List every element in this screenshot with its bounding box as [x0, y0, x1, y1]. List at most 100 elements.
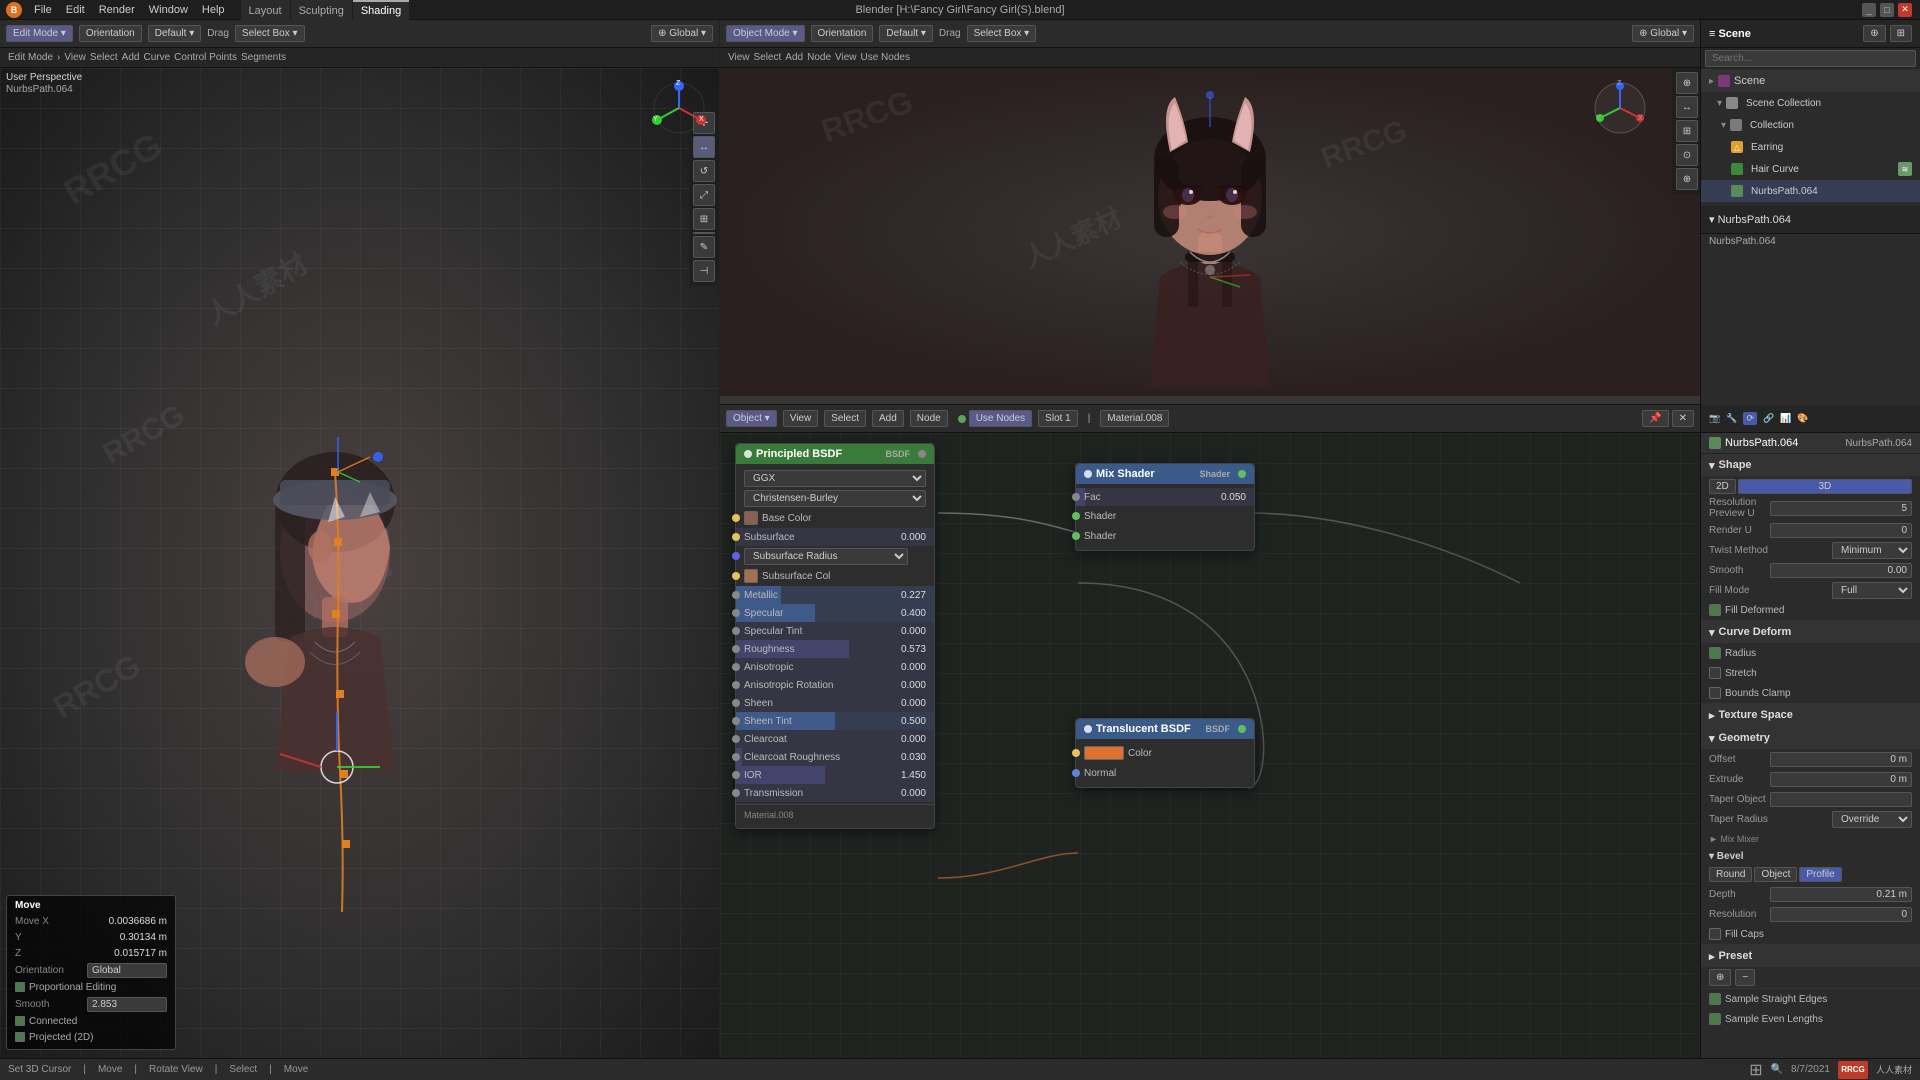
menu-window[interactable]: Window [143, 0, 194, 20]
edit-mode-btn[interactable]: Edit Mode ▾ [6, 25, 73, 42]
ne-x-btn[interactable]: ✕ [1672, 410, 1694, 427]
ne-add-btn[interactable]: Add [872, 410, 904, 427]
rt-tool-2[interactable]: ↔ [1676, 96, 1698, 118]
tab-shading[interactable]: Shading [353, 0, 409, 20]
taper-radius-select[interactable]: Override [1832, 811, 1912, 828]
earring-item[interactable]: △ Earring [1701, 136, 1920, 158]
clearcoat-row[interactable]: Clearcoat 0.000 [736, 730, 934, 748]
btn-profile-bevel[interactable]: Profile [1799, 867, 1841, 882]
subsurface-method-select[interactable]: Christensen-Burley [744, 490, 926, 507]
distribution-select[interactable]: GGX [744, 470, 926, 487]
curve-deform-header[interactable]: ▾ Curve Deform [1701, 621, 1920, 643]
global-btn[interactable]: ⊕ Global ▾ [651, 25, 713, 42]
menu-render[interactable]: Render [93, 0, 141, 20]
subsurface-col-swatch[interactable] [744, 569, 758, 583]
rt-tool-4[interactable]: ⊙ [1676, 144, 1698, 166]
rt-global[interactable]: ⊕ Global ▾ [1632, 25, 1694, 42]
maximize-button[interactable]: □ [1880, 3, 1894, 17]
add-label[interactable]: Add [122, 52, 140, 63]
extrude-input[interactable] [1770, 772, 1912, 787]
btn-round[interactable]: Round [1709, 867, 1752, 882]
sheen-row[interactable]: Sheen 0.000 [736, 694, 934, 712]
ior-row[interactable]: IOR 1.450 [736, 766, 934, 784]
rt-use-nodes[interactable]: Use Nodes [861, 52, 910, 63]
minimize-button[interactable]: _ [1862, 3, 1876, 17]
nurbs-path-item[interactable]: NurbsPath.064 [1701, 180, 1920, 202]
projected-check[interactable] [15, 1032, 25, 1042]
twist-select[interactable]: Minimum [1832, 542, 1912, 559]
translucent-color-swatch[interactable] [1084, 746, 1124, 760]
rt-view[interactable]: View [728, 52, 750, 63]
outliner-sort[interactable]: ⊞ [1890, 25, 1912, 42]
btn-2d[interactable]: 2D [1709, 479, 1736, 494]
bevel-header[interactable]: ▾ Bevel [1701, 849, 1920, 864]
shape-header[interactable]: ▾ Shape [1701, 454, 1920, 476]
btn-object-bevel[interactable]: Object [1754, 867, 1797, 882]
roughness-row[interactable]: Roughness 0.573 [736, 640, 934, 658]
clearcoat-roughness-row[interactable]: Clearcoat Roughness 0.030 [736, 748, 934, 766]
ne-select-btn[interactable]: Select [824, 410, 866, 427]
depth-input[interactable] [1770, 887, 1912, 902]
rt-node[interactable]: Node [807, 52, 831, 63]
preset-header[interactable]: ▸ Preset [1701, 945, 1920, 967]
stretch-check[interactable] [1709, 667, 1721, 679]
segments-label[interactable]: Segments [241, 52, 286, 63]
rt-add[interactable]: Add [785, 52, 803, 63]
collection-item[interactable]: ▾ Collection [1701, 114, 1920, 136]
orientation-input[interactable] [87, 963, 167, 978]
anisotropic-row[interactable]: Anisotropic 0.000 [736, 658, 934, 676]
sample-even-check[interactable] [1709, 1013, 1721, 1025]
preset-btn-2[interactable]: − [1735, 969, 1755, 986]
tool-annotate[interactable]: ✎ [693, 236, 715, 258]
fill-mode-select[interactable]: Full [1832, 582, 1912, 599]
rt-tool-5[interactable]: ⊕ [1676, 168, 1698, 190]
fill-caps-check[interactable] [1709, 928, 1721, 940]
rt-object-mode[interactable]: Object Mode ▾ [726, 25, 805, 42]
transmission-row[interactable]: Transmission 0.000 [736, 784, 934, 802]
subsurface-radius-select[interactable]: Subsurface Radius [744, 548, 908, 565]
orientation-btn[interactable]: Orientation [79, 25, 142, 42]
menu-edit[interactable]: Edit [60, 0, 91, 20]
radius-check[interactable] [1709, 647, 1721, 659]
base-color-swatch[interactable] [744, 511, 758, 525]
specular-tint-row[interactable]: Specular Tint 0.000 [736, 622, 934, 640]
ne-node-btn[interactable]: Node [910, 410, 948, 427]
menu-help[interactable]: Help [196, 0, 231, 20]
smooth-input[interactable] [1770, 563, 1912, 578]
sample-straight-check[interactable] [1709, 993, 1721, 1005]
preset-btn-1[interactable]: ⊕ [1709, 969, 1731, 986]
offset-input[interactable] [1770, 752, 1912, 767]
geometry-header[interactable]: ▾ Geometry [1701, 727, 1920, 749]
node-editor[interactable]: Object ▾ View Select Add Node Use Nodes … [720, 405, 1700, 1080]
select-box-btn[interactable]: Select Box ▾ [235, 25, 305, 42]
ne-use-nodes-btn[interactable]: Use Nodes [969, 410, 1032, 427]
rt-default[interactable]: Default ▾ [879, 25, 932, 42]
subsurface-row[interactable]: Subsurface 0.000 [736, 528, 934, 546]
taper-obj-input[interactable] [1770, 792, 1912, 807]
tool-measure[interactable]: ⊣ [693, 260, 715, 282]
sheen-tint-row[interactable]: Sheen Tint 0.500 [736, 712, 934, 730]
curve-label[interactable]: Curve [143, 52, 170, 63]
hair-curve-item[interactable]: Hair Curve ≋ [1701, 158, 1920, 180]
render-u-input[interactable] [1770, 523, 1912, 538]
tool-move[interactable]: ↔ [693, 136, 715, 158]
mix-fac-row[interactable]: Fac 0.050 [1076, 488, 1254, 506]
fill-deformed-check[interactable] [1709, 604, 1721, 616]
anisotropic-rot-row[interactable]: Anisotropic Rotation 0.000 [736, 676, 934, 694]
connected-check[interactable] [15, 1016, 25, 1026]
proportional-check[interactable] [15, 982, 25, 992]
outliner-filter[interactable]: ⊕ [1863, 25, 1885, 42]
tool-rotate[interactable]: ↺ [693, 160, 715, 182]
bevel-res-input[interactable] [1770, 907, 1912, 922]
ne-object-btn[interactable]: Object ▾ [726, 410, 777, 427]
tool-transform[interactable]: ⊞ [693, 208, 715, 230]
specular-row[interactable]: Specular 0.400 [736, 604, 934, 622]
texture-space-header[interactable]: ▸ Texture Space [1701, 704, 1920, 726]
prop-size-input[interactable] [87, 997, 167, 1012]
btn-3d[interactable]: 3D [1738, 479, 1912, 494]
prop-icon-data[interactable]: 📊 [1780, 413, 1791, 424]
ne-view-btn[interactable]: View [783, 410, 819, 427]
ne-material-btn[interactable]: Material.008 [1100, 410, 1169, 427]
rt-select-box[interactable]: Select Box ▾ [967, 25, 1037, 42]
prop-icon-view[interactable]: 📷 [1709, 413, 1720, 424]
